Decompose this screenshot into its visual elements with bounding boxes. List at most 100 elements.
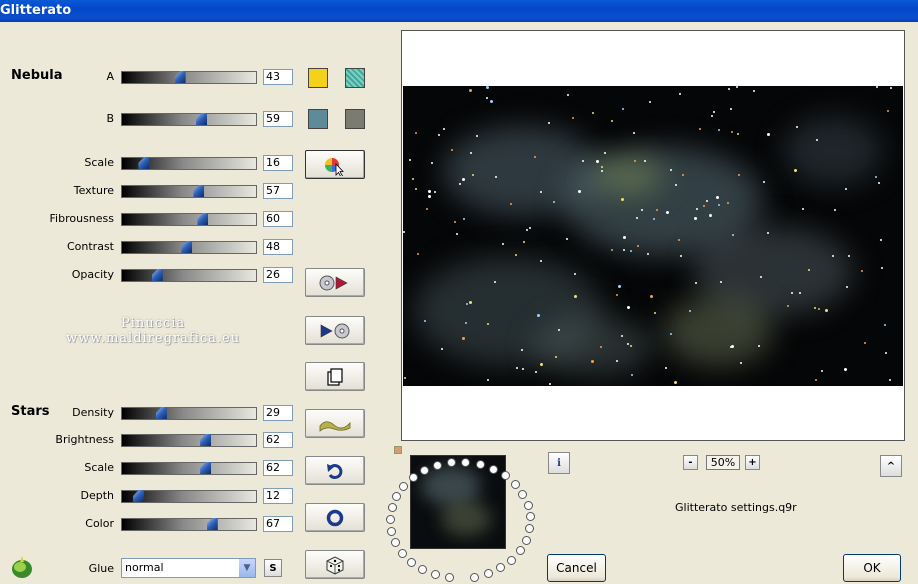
glue-select[interactable]: normal ▼ — [121, 558, 256, 578]
slider-thumb[interactable] — [193, 185, 205, 197]
nebula-a-secondary-swatch[interactable] — [345, 68, 365, 88]
nebula-a-primary-swatch[interactable] — [308, 68, 328, 88]
navigator-handle[interactable] — [394, 446, 402, 454]
ring-dot — [391, 538, 400, 547]
settings-filename: Glitterato settings.q9r — [675, 501, 797, 514]
slider-thumb[interactable] — [174, 71, 186, 83]
stars-density-slider[interactable] — [121, 407, 257, 420]
ring-dot — [418, 565, 427, 574]
disc-save-icon — [319, 275, 348, 290]
ring-dot — [431, 570, 440, 579]
stars-scale-label: Scale — [84, 461, 114, 474]
ring-dot — [433, 461, 442, 470]
reset-button[interactable] — [305, 503, 365, 532]
ring-dot — [476, 460, 485, 469]
nebula-b-secondary-swatch[interactable] — [345, 109, 365, 129]
ring-dot — [386, 515, 395, 524]
ring-dot — [461, 458, 470, 467]
ring-dot — [470, 573, 479, 582]
s-button[interactable]: S — [264, 559, 282, 577]
nebula-scale-value[interactable]: 16 — [263, 155, 293, 171]
wave-button[interactable] — [305, 409, 365, 438]
nebula-a-slider[interactable] — [121, 71, 257, 84]
title-bar: Glitterato — [0, 0, 918, 22]
nebula-contrast-label: Contrast — [66, 240, 114, 253]
nebula-opacity-slider[interactable] — [121, 269, 257, 282]
undo-button[interactable] — [305, 456, 365, 485]
nebula-texture-value[interactable]: 57 — [263, 183, 293, 199]
nebula-a-value[interactable]: 43 — [263, 69, 293, 85]
slider-thumb[interactable] — [197, 213, 209, 225]
stars-scale-slider[interactable] — [121, 462, 257, 475]
stars-depth-value[interactable]: 12 — [263, 488, 293, 504]
zoom-in-button[interactable]: + — [745, 455, 760, 470]
zoom-out-button[interactable]: - — [683, 455, 698, 470]
ring-dot — [518, 490, 527, 499]
slider-thumb[interactable] — [155, 407, 167, 419]
stars-depth-slider[interactable] — [121, 490, 257, 503]
disc-load-icon — [320, 323, 350, 338]
glue-label: Glue — [88, 562, 114, 575]
chevron-down-icon[interactable]: ▼ — [239, 559, 255, 577]
nebula-b-primary-swatch[interactable] — [308, 109, 328, 129]
nebula-fibrousness-label: Fibrousness — [49, 212, 114, 225]
nebula-b-value[interactable]: 59 — [263, 111, 293, 127]
cancel-button[interactable]: Cancel — [547, 554, 606, 582]
ring-dot — [524, 501, 533, 510]
slider-thumb[interactable] — [200, 462, 212, 474]
color-wheel-icon — [325, 157, 344, 176]
slider-thumb[interactable] — [196, 113, 208, 125]
nebula-opacity-label: Opacity — [71, 268, 114, 281]
slider-thumb[interactable] — [133, 490, 145, 502]
ok-button[interactable]: OK — [843, 554, 901, 582]
nebula-contrast-value[interactable]: 48 — [263, 239, 293, 255]
nebula-scale-label: Scale — [84, 156, 114, 169]
preview-pane — [401, 30, 905, 441]
nebula-b-label: B — [106, 112, 114, 125]
stars-brightness-value[interactable]: 62 — [263, 432, 293, 448]
nebula-fibrousness-value[interactable]: 60 — [263, 211, 293, 227]
save-preset-button[interactable] — [305, 268, 365, 297]
slider-thumb[interactable] — [151, 269, 163, 281]
stars-depth-label: Depth — [80, 489, 114, 502]
randomize-color-button[interactable] — [305, 150, 365, 179]
copy-button[interactable] — [305, 362, 365, 391]
stars-brightness-slider[interactable] — [121, 434, 257, 447]
ring-dot — [522, 536, 531, 545]
stars-density-value[interactable]: 29 — [263, 405, 293, 421]
nebula-a-label: A — [106, 70, 114, 83]
ring-dot — [525, 524, 534, 533]
nebula-b-slider[interactable] — [121, 113, 257, 126]
ring-dot — [511, 480, 520, 489]
slider-thumb[interactable] — [138, 157, 150, 169]
ring-dot — [399, 482, 408, 491]
slider-thumb[interactable] — [200, 434, 212, 446]
ring-dot — [445, 573, 454, 582]
ring-dot — [507, 556, 516, 565]
nebula-texture-slider[interactable] — [121, 185, 257, 198]
nebula-opacity-value[interactable]: 26 — [263, 267, 293, 283]
nebula-scale-slider[interactable] — [121, 157, 257, 170]
random-dice-button[interactable] — [305, 550, 365, 579]
undo-arrow-icon — [327, 463, 343, 479]
stars-density-label: Density — [72, 406, 114, 419]
ring-dot — [489, 465, 498, 474]
info-button[interactable]: i — [548, 452, 570, 474]
ring-dot — [501, 471, 510, 480]
slider-thumb[interactable] — [181, 241, 193, 253]
stars-scale-value[interactable]: 62 — [263, 460, 293, 476]
slider-thumb[interactable] — [206, 518, 218, 530]
ring-dot — [496, 563, 505, 572]
nebula-contrast-slider[interactable] — [121, 241, 257, 254]
ring-dot — [447, 458, 456, 467]
copy-page-icon — [327, 367, 343, 386]
dice-icon — [326, 555, 344, 575]
stars-brightness-label: Brightness — [55, 433, 114, 446]
nebula-preview-image — [403, 86, 903, 386]
stars-color-value[interactable]: 67 — [263, 516, 293, 532]
load-preset-button[interactable] — [305, 316, 365, 345]
nebula-fibrousness-slider[interactable] — [121, 213, 257, 226]
collapse-button[interactable]: ^ — [880, 455, 902, 477]
wave-icon — [319, 420, 351, 432]
stars-color-slider[interactable] — [121, 518, 257, 531]
